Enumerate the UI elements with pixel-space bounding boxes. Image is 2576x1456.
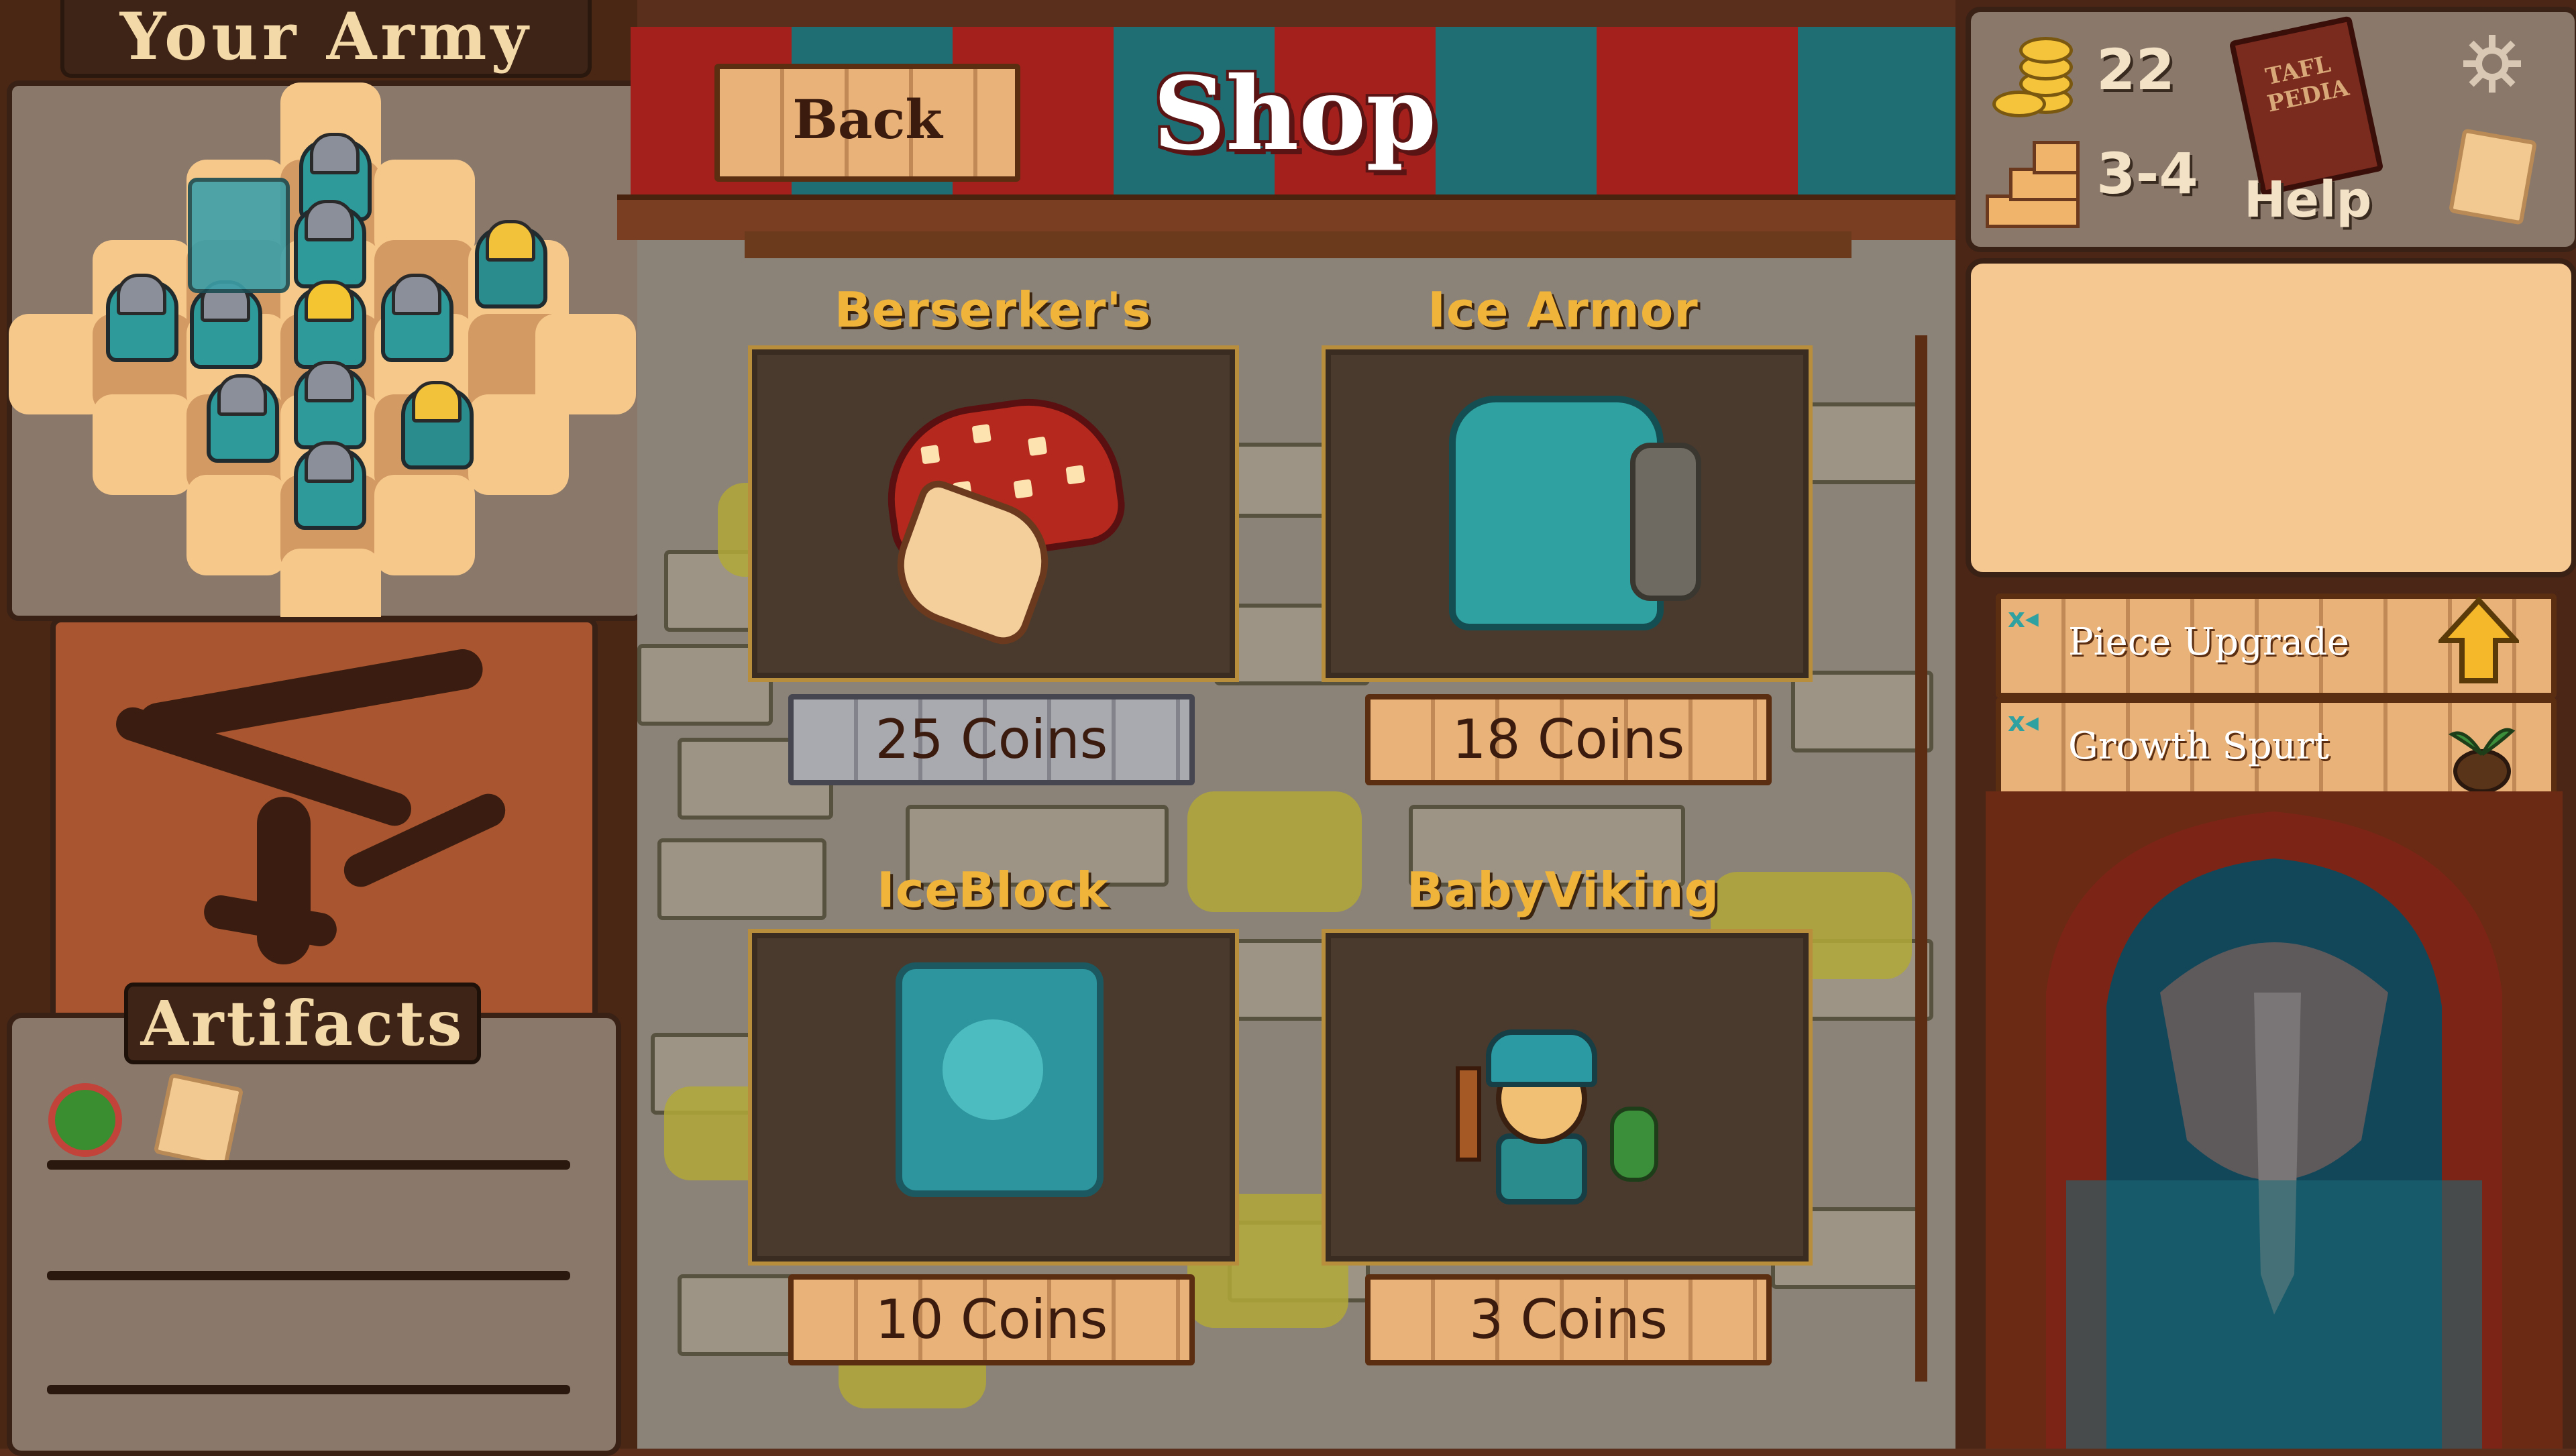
gear-icon[interactable] (2462, 34, 2522, 94)
board-cell[interactable] (374, 475, 475, 575)
viking-unit[interactable] (190, 280, 262, 369)
viking-unit[interactable] (294, 441, 366, 530)
stairs-icon (1986, 137, 2080, 228)
baby-viking-hair (1486, 1029, 1597, 1087)
price-tag-babyviking[interactable]: 3 Coins (1365, 1274, 1772, 1365)
board-cell[interactable] (93, 394, 193, 495)
tree-roots-decoration (50, 617, 598, 1030)
board-cell[interactable] (186, 475, 287, 575)
shelf (47, 1385, 570, 1394)
viking-unit[interactable] (207, 374, 279, 463)
back-button-label: Back (792, 88, 943, 151)
upgrade-marker-icon: x◂ (2008, 707, 2039, 738)
sword-icon (1456, 1066, 1481, 1162)
upgrade-label: Piece Upgrade (2068, 620, 2350, 664)
armor-sleeve (1630, 443, 1701, 601)
viking-unit[interactable] (294, 200, 366, 288)
help-button-label[interactable]: Help (2244, 171, 2371, 229)
shelf (47, 1271, 570, 1280)
price-tag-berserkers-mushroom[interactable]: 25 Coins (788, 694, 1195, 785)
viking-unit[interactable] (381, 274, 453, 362)
awning-shadow (745, 231, 1851, 258)
ice-block-unit[interactable] (188, 178, 290, 293)
up-arrow-icon (2438, 597, 2519, 683)
shop-title: Shop (1152, 55, 1437, 173)
map-icon[interactable] (2448, 128, 2538, 225)
viking-unit[interactable] (106, 274, 178, 362)
army-board[interactable] (7, 80, 645, 649)
info-panel (1966, 258, 2576, 577)
coin-count: 22 (2096, 37, 2175, 103)
wooden-pole (1915, 335, 1927, 1382)
army-title: Your Army (60, 0, 592, 78)
ice-core (943, 1019, 1043, 1120)
price-tag-ice-armor[interactable]: 18 Coins (1365, 694, 1772, 785)
viking-unit[interactable] (294, 361, 366, 449)
back-button[interactable]: Back (714, 64, 1020, 182)
upgrade-marker-icon: x◂ (2008, 603, 2039, 634)
floor-level: 3-4 (2096, 141, 2198, 207)
sprout-icon (2448, 728, 2516, 793)
hooded-merchant-figure (1986, 791, 2563, 1449)
king-unit[interactable] (294, 280, 366, 369)
shelf (47, 1160, 570, 1170)
artifacts-title: Artifacts (124, 983, 481, 1064)
round-shield-icon[interactable] (48, 1083, 122, 1157)
coin-stack-icon (1992, 27, 2073, 117)
item-name-iceblock: IceBlock (877, 862, 1109, 918)
item-name-babyviking: BabyViking (1406, 862, 1720, 918)
upgrade-label: Growth Spurt (2068, 724, 2330, 768)
elf-unit[interactable] (401, 381, 474, 469)
price-tag-iceblock[interactable]: 10 Coins (788, 1274, 1195, 1365)
shield-icon (1610, 1107, 1658, 1182)
item-name-ice-armor: Ice Armor (1428, 282, 1699, 338)
board-cell[interactable] (468, 394, 569, 495)
elf-unit[interactable] (475, 220, 547, 309)
